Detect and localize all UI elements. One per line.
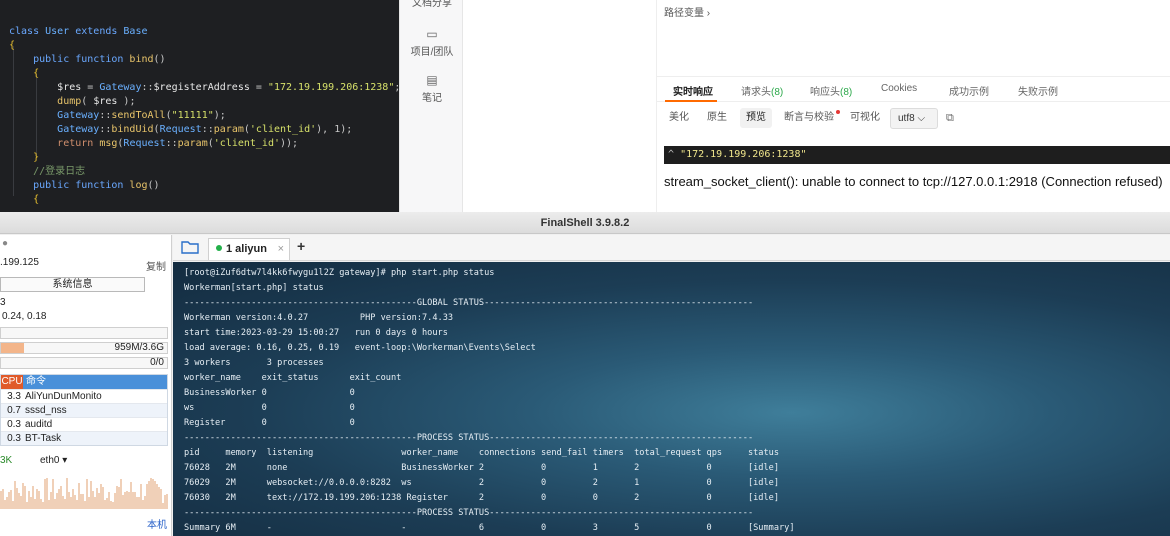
table-row[interactable]: 0.3 BT-Task — [1, 431, 167, 445]
tab-failure-example[interactable]: 失败示例 — [1018, 83, 1058, 98]
process-table-header: CPU 命令 — [1, 375, 167, 389]
table-row[interactable]: 0.7 sssd_nss — [1, 403, 167, 417]
response-error-text: stream_socket_client(): unable to connec… — [664, 174, 1163, 189]
terminal-line: load average: 0.16, 0.25, 0.19 event-loo… — [184, 343, 536, 353]
collapse-caret-icon[interactable]: ^ — [668, 149, 674, 160]
terminal-line: [root@iZuf6dtw7l4kk6fwygu1l2Z gateway]# … — [184, 268, 495, 278]
subtab-beautify[interactable]: 美化 — [663, 108, 695, 128]
code-line-12: public function log() — [33, 180, 160, 191]
notification-dot — [836, 110, 840, 114]
terminal-line: ----------------------------------------… — [184, 508, 754, 518]
code-line-13: { — [33, 194, 40, 205]
code-line-5: $res = Gateway::$registerAddress = "172.… — [57, 82, 399, 93]
folder-icon[interactable] — [181, 240, 199, 254]
process-table: CPU 命令 3.3 AliYunDunMonito 0.7 sssd_nss 0.… — [0, 374, 168, 446]
tab-response-headers[interactable]: 响应头(8) — [810, 83, 852, 98]
code-editor[interactable]: class User extends Base { public functio… — [0, 0, 399, 212]
add-tab-button[interactable]: + — [297, 238, 305, 254]
copy-ip-button[interactable]: 复制 — [146, 258, 166, 273]
tab-cookies[interactable]: Cookies — [881, 83, 917, 94]
column-command[interactable]: 命令 — [26, 375, 46, 389]
divider — [657, 76, 1170, 77]
terminal-line: ws 0 0 — [184, 403, 355, 413]
terminal-line: start time:2023-03-29 15:00:27 run 0 day… — [184, 328, 448, 338]
session-tab-bar: 1 aliyun × + — [173, 235, 1170, 261]
close-icon[interactable]: × — [278, 239, 284, 259]
code-line-1: class User extends Base — [9, 26, 148, 37]
local-machine-link[interactable]: 本机 — [147, 516, 167, 531]
swap-usage: 0/0 — [150, 357, 164, 368]
window-title: FinalShell 3.9.8.2 — [0, 212, 1170, 234]
uptime-value: 3 — [0, 297, 6, 308]
copy-icon[interactable]: ⧉ — [946, 111, 954, 125]
terminal[interactable]: [root@iZuf6dtw7l4kk6fwygu1l2Z gateway]# … — [173, 262, 1170, 536]
system-info-button[interactable]: 系统信息 — [0, 277, 145, 292]
sidebar-item-doc-share[interactable]: 文档分享 — [400, 0, 464, 9]
connected-dot-icon — [216, 245, 222, 251]
terminal-line: worker_name exit_status exit_count — [184, 373, 402, 383]
code-line-4: { — [33, 68, 40, 79]
sidebar-item-project-team[interactable]: ▭ 项目/团队 — [400, 27, 464, 58]
memory-usage: 959M/3.6G — [114, 342, 164, 353]
sidebar-item-label: 笔记 — [422, 93, 442, 104]
column-cpu[interactable]: CPU — [1, 375, 23, 389]
terminal-line: BusinessWorker 0 0 — [184, 388, 355, 398]
app-sidebar: 文档分享 ▭ 项目/团队 ▤ 笔记 — [399, 0, 463, 212]
net-speed: 3K — [0, 455, 13, 466]
note-icon: ▤ — [426, 73, 438, 87]
memory-bar: 959M/3.6G — [0, 342, 168, 354]
subtab-raw[interactable]: 原生 — [701, 108, 733, 128]
terminal-line: 3 workers 3 processes — [184, 358, 324, 368]
cpu-bar — [0, 327, 168, 339]
finalshell-window: FinalShell 3.9.8.2 ● .199.125 复制 系统信息 3 … — [0, 212, 1170, 536]
path-variables-toggle[interactable]: 路径变量 › — [664, 4, 710, 19]
terminal-line: Workerman version:4.0.27 PHP version:7.4… — [184, 313, 454, 323]
terminal-line: pid memory listening worker_name connect… — [184, 448, 779, 458]
terminal-line: Register 0 0 — [184, 418, 355, 428]
code-line-3: public function bind() — [33, 54, 166, 65]
code-line-7: Gateway::sendToAll("11111"); — [57, 110, 226, 121]
code-line-11: //登录日志 — [33, 166, 86, 177]
tab-success-example[interactable]: 成功示例 — [949, 83, 989, 98]
network-interface-select[interactable]: eth0 ▾ — [40, 455, 67, 466]
subtab-assertions[interactable]: 断言与校验 — [778, 108, 840, 128]
memory-bar-fill — [1, 343, 25, 353]
terminal-line: 76030 2M text://172.19.199.206:1238 Regi… — [184, 493, 779, 503]
subtab-preview[interactable]: 预览 — [740, 108, 772, 128]
terminal-line: 76029 2M websocket://0.0.0.0:8282 ws 2 0… — [184, 478, 779, 488]
table-row[interactable]: 0.3 auditd — [1, 417, 167, 431]
code-line-10: } — [33, 152, 40, 163]
status-dot-icon: ● — [2, 238, 9, 249]
tab-realtime-response[interactable]: 实时响应 — [673, 83, 713, 98]
json-string-value: "172.19.199.206:1238" — [680, 149, 807, 160]
folder-icon: ▭ — [426, 27, 438, 41]
server-ip: .199.125 — [0, 257, 39, 268]
screen: class User extends Base { public functio… — [0, 0, 1170, 536]
session-tab[interactable]: 1 aliyun × — [208, 238, 290, 260]
blank-panel — [463, 0, 657, 212]
load-value: 0.24, 0.18 — [2, 311, 47, 322]
json-preview: ^ "172.19.199.206:1238" — [664, 146, 1170, 164]
sidebar-item-label: 项目/团队 — [410, 47, 454, 58]
terminal-line: ----------------------------------------… — [184, 298, 754, 308]
server-info-panel: ● .199.125 复制 系统信息 3 0.24, 0.18 959M/3.6… — [0, 235, 172, 536]
response-tabs: 实时响应 请求头(8) 响应头(8) Cookies 成功示例 失败示例 — [657, 80, 1170, 102]
active-tab-indicator — [665, 100, 717, 102]
api-response-panel: 路径变量 › 实时响应 请求头(8) 响应头(8) Cookies 成功示例 失… — [657, 0, 1170, 212]
tab-request-headers[interactable]: 请求头(8) — [741, 83, 783, 98]
code-line-2: { — [9, 40, 16, 51]
terminal-line: Workerman[start.php] status — [184, 283, 324, 293]
table-row[interactable]: 3.3 AliYunDunMonito — [1, 389, 167, 403]
code-line-6: dump( $res ); — [57, 96, 136, 107]
network-graph — [0, 478, 168, 509]
swap-bar: 0/0 — [0, 357, 168, 369]
sidebar-item-notes[interactable]: ▤ 笔记 — [400, 73, 464, 104]
encoding-select[interactable]: utf8 ⌵ — [890, 108, 938, 129]
code-line-8: Gateway::bindUid(Request::param('client_… — [57, 124, 353, 135]
terminal-line: 76028 2M none BusinessWorker 2 0 1 2 0 [… — [184, 463, 779, 473]
terminal-line: Summary 6M - - 6 0 3 5 0 [Summary] — [184, 523, 795, 533]
terminal-line: ----------------------------------------… — [184, 433, 754, 443]
subtab-visualize[interactable]: 可视化 — [844, 108, 886, 128]
code-line-9: return msg(Request::param('client_id')); — [57, 138, 299, 149]
